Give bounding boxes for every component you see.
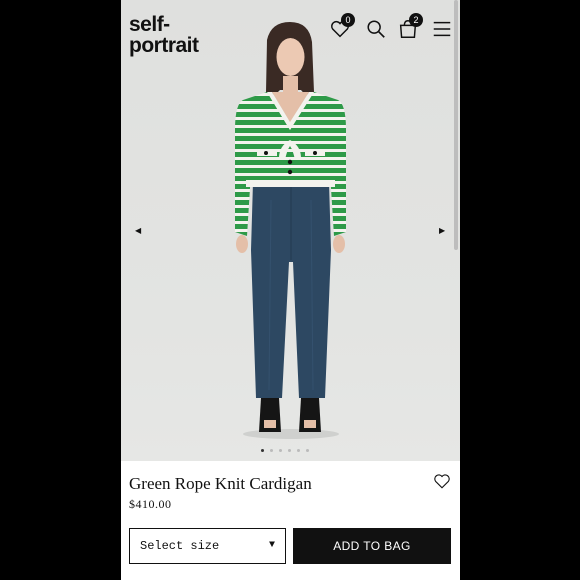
brand-logo[interactable]: self- portrait [129,14,199,56]
product-title: Green Rope Knit Cardigan [129,474,312,493]
wishlist-count-badge: 0 [341,13,355,27]
next-image-arrow-icon[interactable]: ▶ [439,226,445,235]
product-photo [235,22,346,439]
gallery-pagination-dots [261,449,309,452]
size-select-label: Select size [140,539,220,553]
search-button[interactable] [363,14,389,40]
gallery-dot[interactable] [288,449,291,452]
hamburger-menu-icon [433,21,451,37]
product-price: $410.00 [129,497,172,511]
scrollbar[interactable] [454,0,458,250]
add-to-wishlist-heart-icon[interactable] [433,472,451,490]
caret-down-icon: ▼ [268,540,275,551]
product-image-gallery[interactable]: self- portrait 0 2 ◀ ▶ [121,0,460,461]
previous-image-arrow-icon[interactable]: ◀ [135,226,141,235]
gallery-dot[interactable] [279,449,282,452]
add-to-bag-button[interactable]: ADD TO BAG [293,528,451,564]
bag-count-badge: 2 [409,13,423,27]
brand-logo-line1: self- [129,13,170,36]
gallery-dot[interactable] [261,449,264,452]
gallery-dot[interactable] [297,449,300,452]
brand-logo-line2: portrait [129,34,199,57]
gallery-dot[interactable] [306,449,309,452]
search-icon [367,20,385,38]
bag-button[interactable]: 2 [397,13,423,40]
size-select-dropdown[interactable]: Select size ▼ [129,528,286,564]
wishlist-header-button[interactable]: 0 [329,13,355,40]
gallery-dot[interactable] [270,449,273,452]
phone-screen: self- portrait 0 2 ◀ ▶ Green Rope Knit C… [121,0,460,580]
add-to-bag-label: ADD TO BAG [333,539,411,553]
